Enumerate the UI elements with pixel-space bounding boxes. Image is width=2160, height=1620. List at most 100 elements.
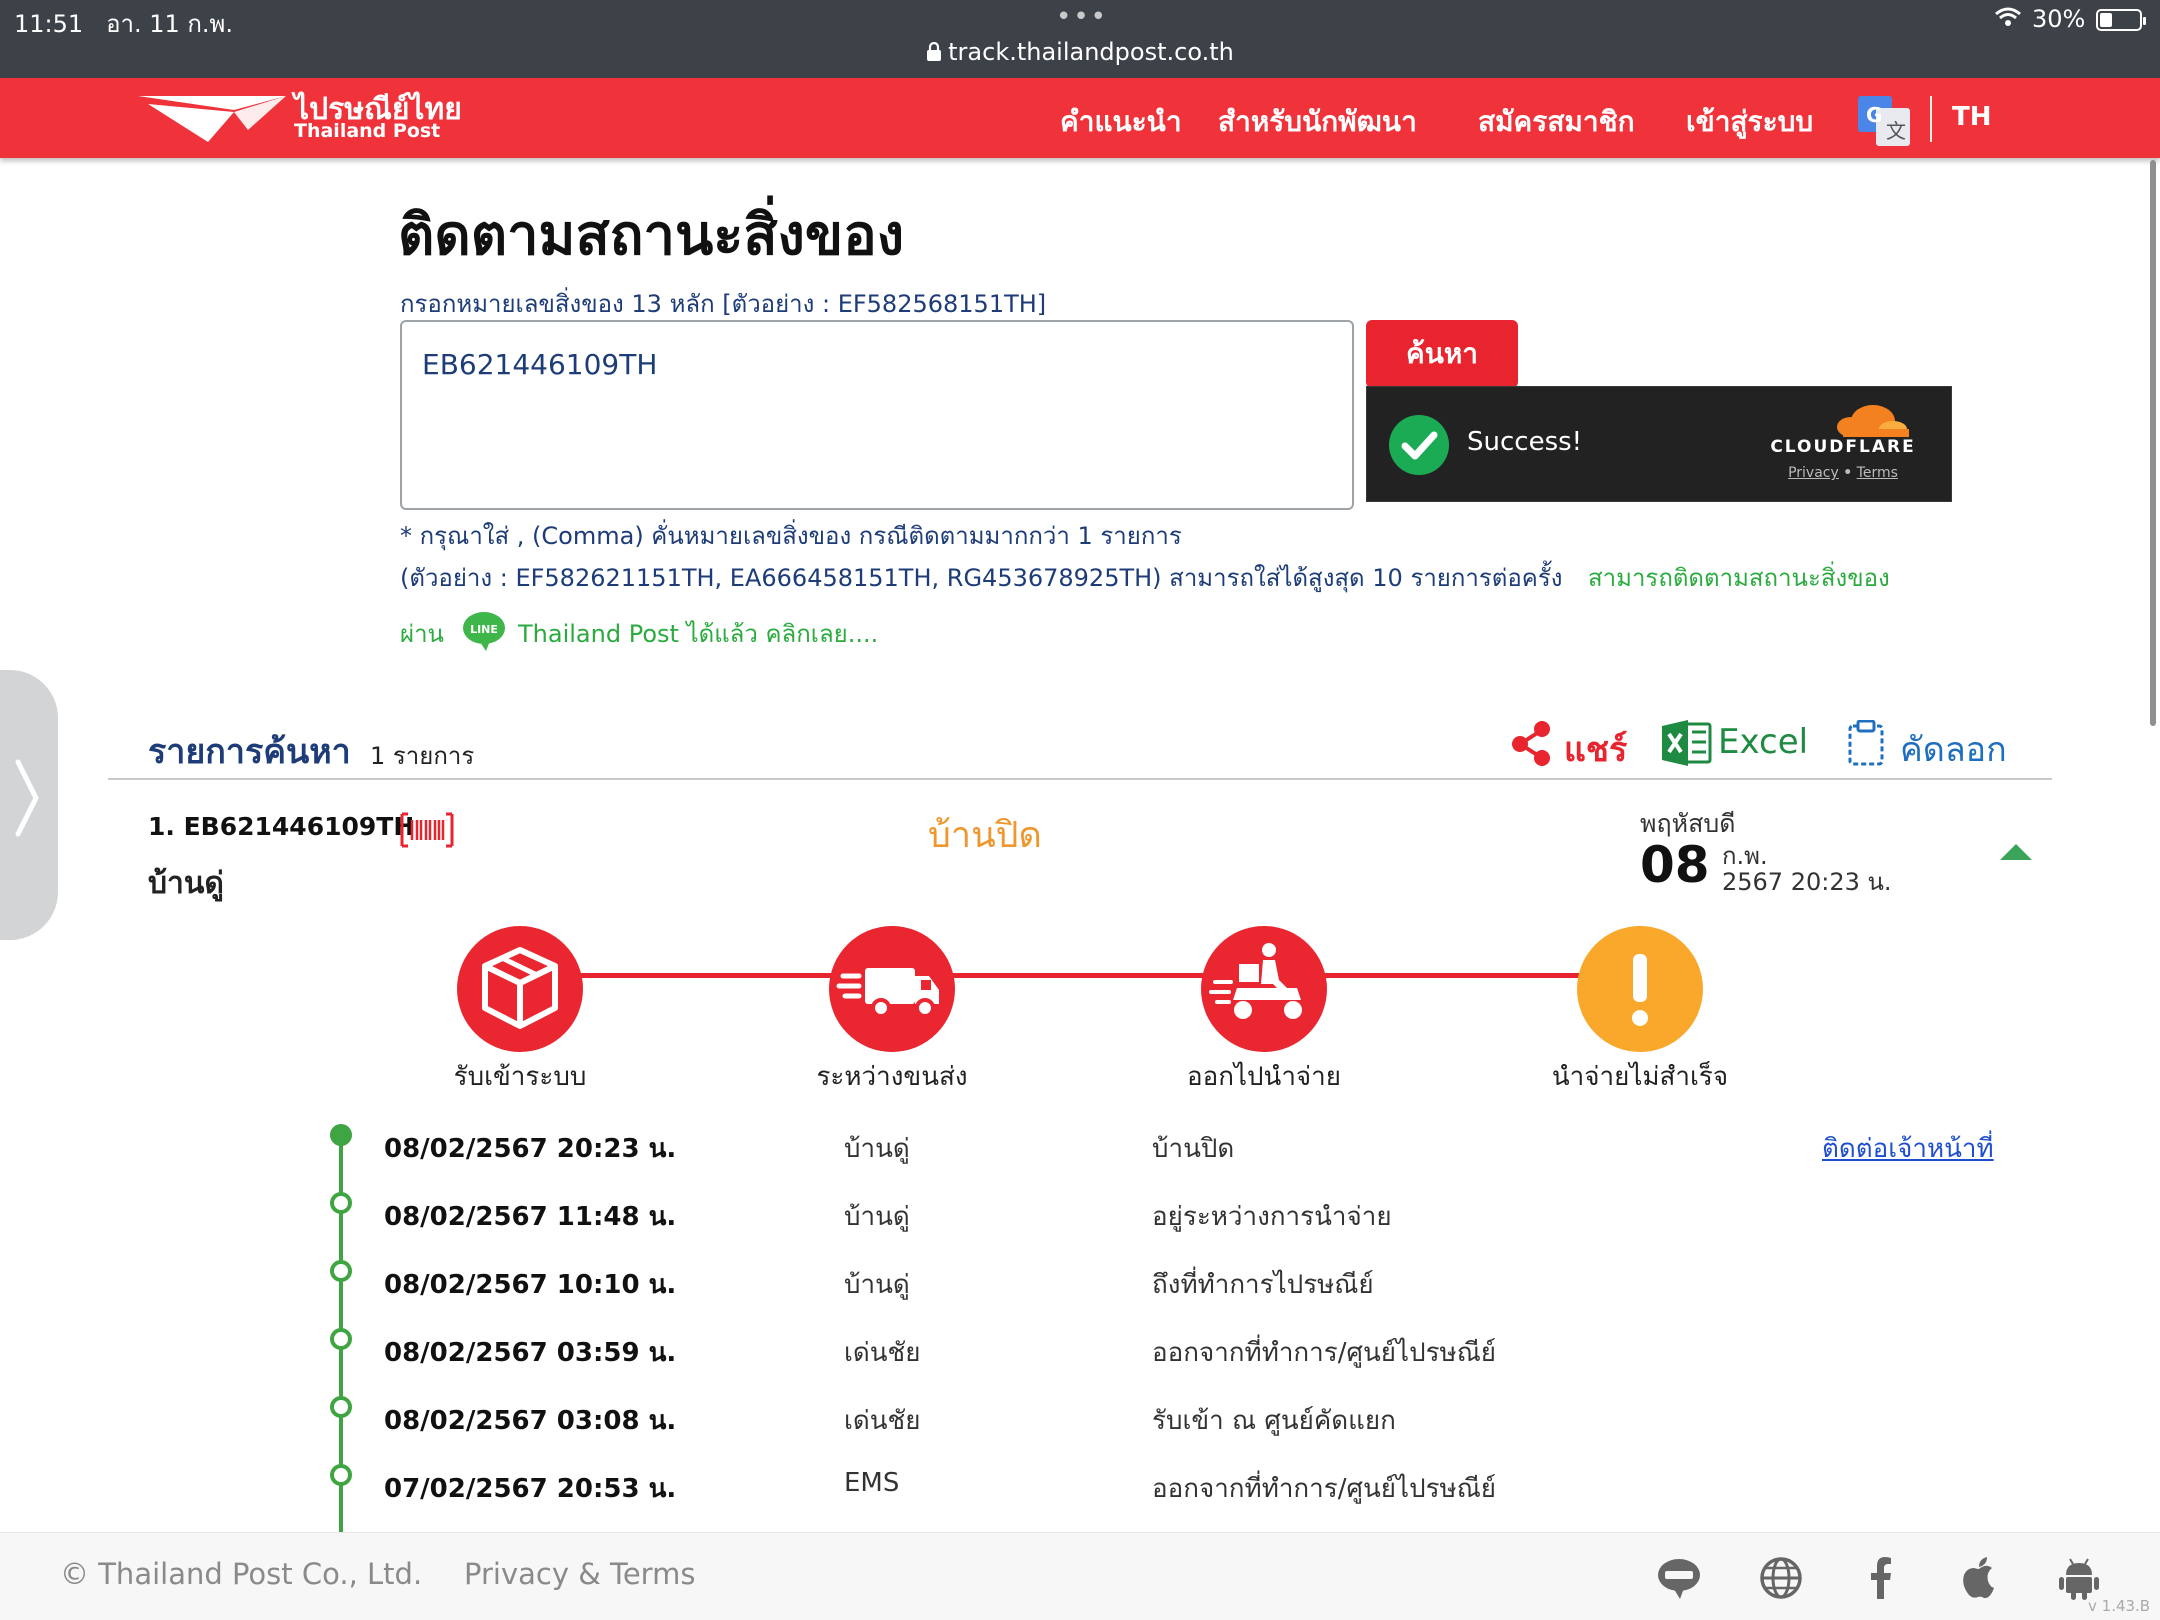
battery-icon [2096,9,2146,31]
android-icon[interactable] [2056,1555,2102,1601]
input-hint: กรอกหมายเลขสิ่งของ 13 หลัก [ตัวอย่าง : E… [400,290,1047,318]
item-destination: บ้านดู่ [148,866,224,901]
excel-button[interactable]: Excel [1718,722,1808,762]
timeline-date: 07/02/2567 20:53 น. [384,1474,677,1504]
step-label: ออกไปนำจ่าย [1187,1062,1341,1092]
share-icon[interactable] [1508,718,1556,768]
collapse-arrow-icon[interactable] [2000,844,2032,860]
contact-staff-link[interactable]: ติดต่อเจ้าหน้าที่ [1822,1128,1994,1169]
step-delivery-failed [1577,926,1703,1052]
globe-icon[interactable] [1758,1555,1804,1601]
site-footer: © Thailand Post Co., Ltd. Privacy & Term… [0,1532,2160,1620]
lock-icon [927,41,942,61]
app-version: v 1.43.B [2088,1597,2151,1615]
page-title: ติดตามสถานะสิ่งของ [398,203,905,268]
footer-privacy-link[interactable]: Privacy & Terms [464,1557,695,1591]
via-label: ผ่าน [400,620,444,648]
battery-percent: 30% [2032,5,2086,33]
cloudflare-brand: CLOUDFLARE [1770,437,1916,457]
example-note: (ตัวอย่าง : EF582621151TH, EA666458151TH… [400,564,1563,592]
timeline-location: บ้านดู่ [844,1134,910,1164]
clipboard-icon[interactable] [1846,720,1886,766]
step-out-for-delivery [1201,926,1327,1052]
scooter-icon [1209,943,1302,1019]
divider [108,778,2052,780]
timeline-description: บ้านปิด [1152,1134,1235,1164]
item-date: 08 [1640,836,1710,894]
captcha-terms-link[interactable]: Terms [1857,465,1898,481]
timeline-dot [330,1192,352,1214]
line-icon[interactable]: LINE [462,610,506,652]
url-text: track.thailandpost.co.th [948,38,1234,66]
nav-login[interactable]: เข้าสู่ระบบ [1686,100,1813,144]
scrollbar[interactable] [2150,160,2156,726]
item-year-time: 2567 20:23 น. [1722,868,1892,896]
step-label: นำจ่ายไม่สำเร็จ [1551,1062,1729,1092]
copy-button[interactable]: คัดลอก [1900,722,2007,776]
share-button[interactable]: แชร์ [1564,722,1627,776]
svg-text:G: G [1866,103,1882,127]
timeline-location: เด่นชัย [844,1406,921,1436]
more-dots-icon[interactable]: ••• [1056,2,1108,32]
timeline-dot [330,1328,352,1350]
language-switch[interactable]: TH [1952,102,1992,132]
item-tracking-number: 1. EB621446109TH [148,812,415,841]
comma-note: * กรุณาใส่ , (Comma) คั่นหมายเลขสิ่งของ … [400,522,1182,550]
captcha-privacy-link[interactable]: Privacy [1788,465,1839,481]
tracking-number-input[interactable]: EB621446109TH [400,320,1354,510]
link-separator: • [1843,465,1853,481]
timeline-date: 08/02/2567 20:23 น. [384,1134,677,1164]
google-translate-icon[interactable]: G 文 [1858,96,1910,146]
apple-icon[interactable] [1956,1555,2002,1601]
step-received [457,926,583,1052]
timeline-date: 08/02/2567 10:10 น. [384,1270,677,1300]
timeline-description: ถึงที่ทำการไปรษณีย์ [1152,1270,1374,1300]
chevron-right-icon[interactable] [12,758,42,853]
timeline-date: 08/02/2567 03:08 น. [384,1406,677,1436]
wifi-icon [1994,6,2022,34]
cloudflare-captcha[interactable]: Success! CLOUDFLARE Privacy • Terms [1366,386,1952,502]
timeline-description: อยู่ระหว่างการนำจ่าย [1152,1202,1392,1232]
results-count: 1 รายการ [370,742,475,770]
nav-separator [1930,96,1932,142]
footer-copyright: © Thailand Post Co., Ltd. [60,1557,423,1591]
exclamation-icon [1632,954,1648,1026]
captcha-status: Success! [1467,427,1583,457]
captcha-links: Privacy • Terms [1763,465,1923,481]
logo-text-english[interactable]: Thailand Post [294,120,440,142]
timeline-dot [330,1396,352,1418]
box-icon [482,947,558,1029]
line-tracking-note: สามารถติดตามสถานะสิ่งของ [1588,564,1890,592]
thailand-post-logo-icon[interactable] [138,90,286,146]
timeline-location: EMS [844,1468,900,1498]
nav-register[interactable]: สมัครสมาชิก [1478,100,1635,144]
timeline-location: เด่นชัย [844,1338,921,1368]
step-label: ระหว่างขนส่ง [816,1062,968,1092]
barcode-icon[interactable] [400,812,454,848]
step-label: รับเข้าระบบ [453,1062,587,1092]
svg-text:文: 文 [1886,119,1906,143]
line-footer-icon[interactable] [1656,1555,1702,1601]
results-title: รายการค้นหา [148,732,351,772]
facebook-icon[interactable] [1858,1555,1904,1601]
timeline-description: ออกจากที่ทำการ/ศูนย์ไปรษณีย์ [1152,1338,1497,1368]
timeline-location: บ้านดู่ [844,1270,910,1300]
nav-developers[interactable]: สำหรับนักพัฒนา [1218,100,1417,144]
item-status: บ้านปิด [928,815,1042,856]
nav-guide[interactable]: คำแนะนำ [1060,100,1182,144]
cloudflare-cloud-icon [1837,405,1909,437]
browser-top-bar: 11:51 อา. 11 ก.พ. ••• track.thailandpost… [0,0,2160,78]
site-header: ไปรษณีย์ไทย Thailand Post คำแนะนำ สำหรับ… [0,78,2160,158]
search-button[interactable]: ค้นหา [1366,320,1518,388]
timeline-dot [330,1260,352,1282]
timeline-date: 08/02/2567 03:59 น. [384,1338,677,1368]
timeline-dot [330,1464,352,1486]
timeline-date: 08/02/2567 11:48 น. [384,1202,677,1232]
progress-line [520,973,1640,978]
timeline-dot [330,1124,352,1146]
excel-icon[interactable] [1662,720,1712,766]
url-bar[interactable]: track.thailandpost.co.th [0,38,2160,66]
timeline-description: ออกจากที่ทำการ/ศูนย์ไปรษณีย์ [1152,1474,1497,1504]
timeline-location: บ้านดู่ [844,1202,910,1232]
line-link[interactable]: Thailand Post ได้แล้ว คลิกเลย.... [518,614,878,653]
